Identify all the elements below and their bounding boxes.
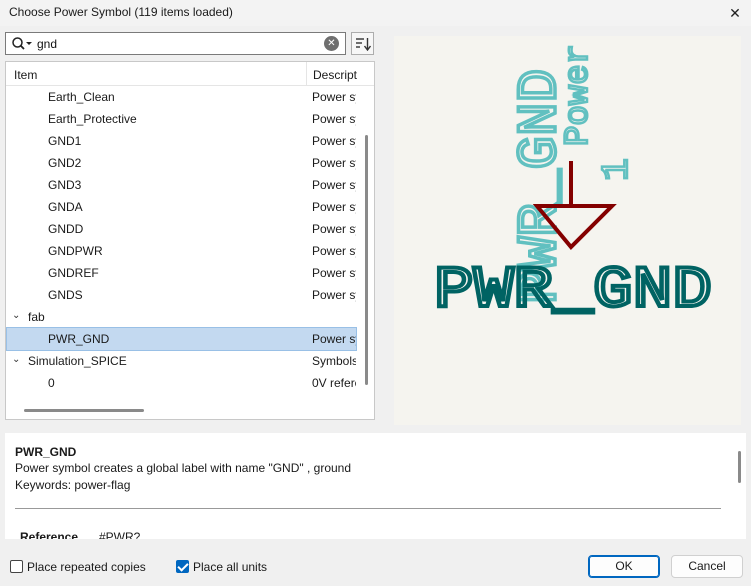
column-divider[interactable]: [306, 62, 307, 86]
details-scrollbar[interactable]: [738, 451, 741, 483]
row-description: Power sy: [312, 244, 356, 258]
tree-row-earth-protective[interactable]: Earth_Protective Power sy: [7, 108, 356, 130]
details-name: PWR_GND: [15, 445, 77, 459]
place-repeated-checkbox[interactable]: [10, 560, 23, 573]
row-description: Power sy: [312, 266, 356, 280]
row-label: GND3: [48, 178, 82, 192]
symbol-preview: PWR_GND Power 1 PWR_GND: [394, 36, 741, 425]
row-description: Power sy: [312, 178, 356, 192]
search-input[interactable]: [37, 35, 317, 52]
row-label: GNDPWR: [48, 244, 103, 258]
place-all-units-checkbox[interactable]: [176, 560, 189, 573]
row-label: Earth_Clean: [48, 90, 115, 104]
row-description: Power sy: [312, 90, 356, 104]
row-description: Power sy: [312, 200, 356, 214]
tree-row-gnds[interactable]: GNDS Power sy: [7, 284, 356, 306]
symbol-details: PWR_GND Power symbol creates a global la…: [5, 433, 746, 539]
place-repeated-label[interactable]: Place repeated copies: [27, 560, 146, 574]
tree-row-gnd1[interactable]: GND1 Power sy: [7, 130, 356, 152]
dialog-footer: Place repeated copies Place all units OK…: [0, 546, 751, 586]
symbol-preview-canvas: PWR_GND Power 1 PWR_GND: [432, 43, 714, 326]
tree-group-fab[interactable]: ⌄ fab: [7, 306, 356, 328]
row-label: GNDD: [48, 222, 84, 236]
ok-button[interactable]: OK: [588, 555, 660, 578]
tree-row-gndpwr[interactable]: GNDPWR Power sy: [7, 240, 356, 262]
close-icon[interactable]: ✕: [719, 0, 751, 26]
row-description: Power sy: [312, 288, 356, 302]
row-label: PWR_GND: [48, 332, 110, 346]
details-keywords: Keywords: power-flag: [15, 478, 131, 492]
column-description[interactable]: Descript: [313, 68, 357, 82]
group-label: Simulation_SPICE: [28, 354, 127, 368]
row-label: GNDS: [48, 288, 83, 302]
tree-row-0[interactable]: 0 0V refere: [7, 372, 356, 394]
row-label: GNDREF: [48, 266, 99, 280]
tree-group-simulation-spice[interactable]: ⌄ Simulation_SPICE Symbols: [7, 350, 356, 372]
preview-value-text: PWR_GND: [434, 259, 712, 324]
row-description: Power sy: [312, 156, 356, 170]
chevron-down-icon[interactable]: ⌄: [12, 354, 20, 365]
details-description: Power symbol creates a global label with…: [15, 461, 352, 475]
place-all-units-label[interactable]: Place all units: [193, 560, 267, 574]
row-label: GND1: [48, 134, 82, 148]
sort-icon: [355, 37, 371, 51]
row-description: 0V refere: [312, 376, 356, 390]
search-field[interactable]: ✕: [5, 32, 346, 55]
column-item[interactable]: Item: [14, 68, 37, 82]
tree-row-gndref[interactable]: GNDREF Power sy: [7, 262, 356, 284]
tree-header: Item Descript: [6, 62, 374, 86]
vertical-scrollbar[interactable]: [365, 135, 368, 385]
sort-button[interactable]: [351, 32, 374, 55]
title-bar: Choose Power Symbol (119 items loaded) ✕: [0, 0, 751, 26]
reference-value: #PWR?: [99, 530, 141, 539]
row-label: 0: [48, 376, 55, 390]
tree-row-gnd3[interactable]: GND3 Power sy: [7, 174, 356, 196]
symbol-tree[interactable]: Item Descript Earth_Clean Power sy Earth…: [5, 61, 375, 420]
tree-row-earth-clean[interactable]: Earth_Clean Power sy: [7, 86, 356, 108]
row-label: Earth_Protective: [48, 112, 137, 126]
row-description: Symbols: [312, 354, 356, 368]
tree-row-gndd[interactable]: GNDD Power sy: [7, 218, 356, 240]
cancel-button[interactable]: Cancel: [671, 555, 743, 578]
horizontal-scrollbar[interactable]: [24, 409, 144, 412]
window-title: Choose Power Symbol (119 items loaded): [9, 5, 233, 19]
row-description: Power sy: [312, 134, 356, 148]
tree-row-gnda[interactable]: GNDA Power sy: [7, 196, 356, 218]
tree-row-gnd2[interactable]: GND2 Power sy: [7, 152, 356, 174]
chevron-down-icon[interactable]: ⌄: [12, 310, 20, 321]
row-label: GND2: [48, 156, 82, 170]
row-label: GNDA: [48, 200, 83, 214]
search-icon[interactable]: [11, 36, 33, 52]
group-label: fab: [28, 310, 45, 324]
row-description: Power sy: [312, 112, 356, 126]
preview-pin-number: 1: [596, 158, 639, 181]
row-description: Power sy: [312, 332, 356, 346]
preview-pin-name: Power: [560, 44, 598, 146]
row-description: Power sy: [312, 222, 356, 236]
clear-icon[interactable]: ✕: [324, 36, 339, 51]
tree-row-pwr-gnd[interactable]: PWR_GND Power sy: [6, 327, 357, 351]
divider: [15, 508, 721, 509]
reference-label: Reference: [20, 530, 79, 539]
